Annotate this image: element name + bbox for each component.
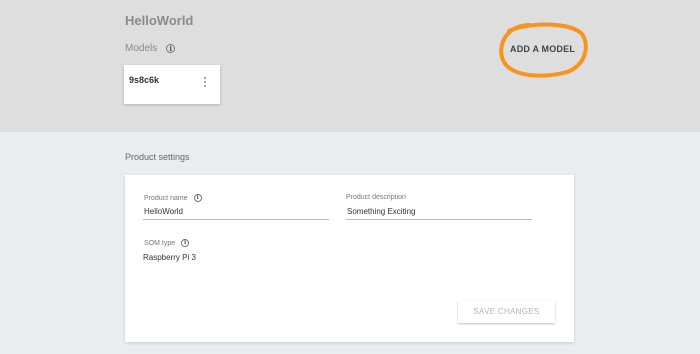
product-settings-title: Product settings xyxy=(125,152,190,162)
models-panel: HelloWorld Models i ADD A MODEL 9s8c6k xyxy=(0,0,700,132)
product-name-info-icon[interactable]: i xyxy=(193,194,202,202)
more-vert-icon[interactable] xyxy=(200,77,210,91)
models-info-icon[interactable]: i xyxy=(166,44,176,53)
product-description-label-row: Product description xyxy=(346,194,406,201)
model-card[interactable]: 9s8c6k xyxy=(124,65,220,104)
product-name-label: Product name xyxy=(144,194,188,202)
model-name: 9s8c6k xyxy=(129,75,160,85)
product-description-input[interactable]: Something Exciting xyxy=(346,207,532,220)
product-name-label-row: Product name i xyxy=(144,194,202,202)
product-settings-card: Product name i HelloWorld Product descri… xyxy=(125,175,574,342)
som-type-label-row: SOM type i xyxy=(144,239,190,247)
som-type-label: SOM type xyxy=(144,239,176,247)
som-type-info-icon[interactable]: i xyxy=(181,239,190,247)
app-title: HelloWorld xyxy=(125,13,194,28)
models-heading: Models i xyxy=(125,43,176,54)
product-name-input[interactable]: HelloWorld xyxy=(143,207,329,220)
add-model-button[interactable]: ADD A MODEL xyxy=(510,44,575,54)
models-label: Models xyxy=(125,43,158,54)
add-model-area: ADD A MODEL xyxy=(497,21,589,78)
product-description-label: Product description xyxy=(346,194,406,201)
save-changes-button[interactable]: SAVE CHANGES xyxy=(458,301,555,323)
som-type-value: Raspberry Pi 3 xyxy=(143,253,196,262)
